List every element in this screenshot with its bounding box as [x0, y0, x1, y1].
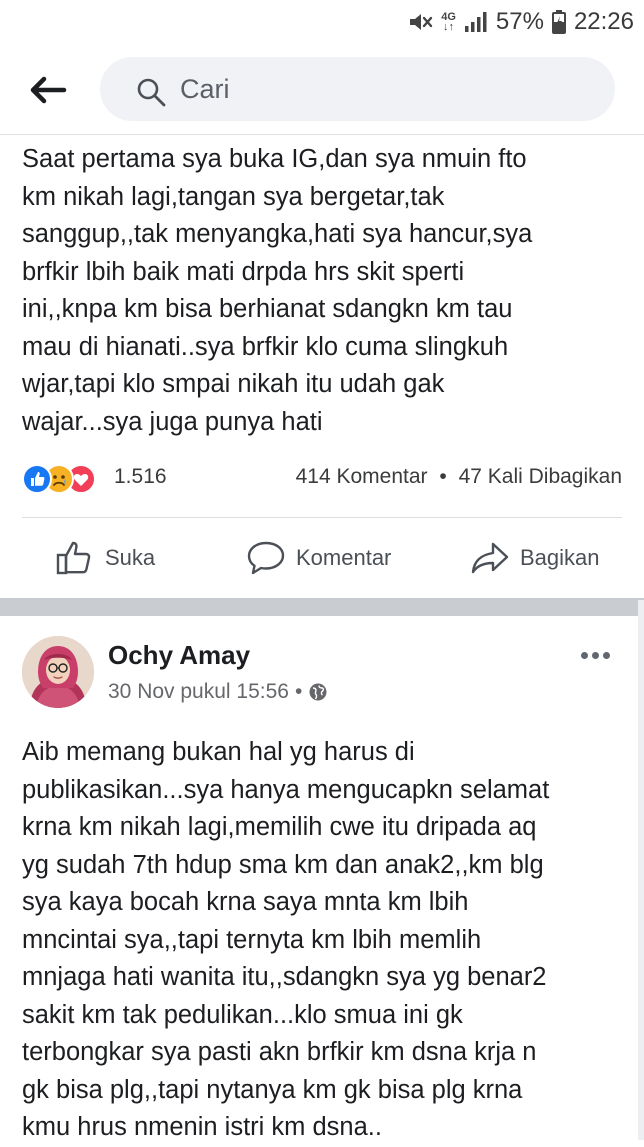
- comment-label: Komentar: [296, 545, 392, 570]
- comment-button[interactable]: Komentar: [246, 538, 391, 578]
- mute-icon: [410, 14, 433, 30]
- comment-count[interactable]: 414 Komentar: [296, 465, 428, 488]
- divider: [22, 517, 622, 518]
- feed-separator: [0, 598, 644, 616]
- share-icon: [471, 542, 509, 574]
- share-count[interactable]: 47 Kali Dibagikan: [459, 465, 622, 488]
- post-meta: 30 Nov pukul 15:56 •: [108, 680, 328, 704]
- like-label: Suka: [105, 545, 156, 570]
- post-timestamp[interactable]: 30 Nov pukul 15:56: [108, 680, 289, 704]
- reactions-row: 1.516 414 Komentar • 47 Kali Dibagikan: [22, 461, 622, 495]
- reaction-count[interactable]: 1.516: [114, 465, 167, 489]
- post-actions: Suka Komentar Bagikan: [0, 520, 644, 598]
- search-input[interactable]: Cari: [100, 57, 615, 121]
- share-button[interactable]: Bagikan: [470, 538, 600, 578]
- like-button[interactable]: Suka: [55, 538, 155, 578]
- network-type: 4G ↓↑: [441, 11, 456, 33]
- back-arrow-icon[interactable]: [22, 72, 70, 108]
- status-icons: 4G ↓↑ 57% 22:26: [407, 8, 634, 36]
- separator-dot: •: [439, 465, 447, 488]
- post-text: Saat pertama sya buka IG,dan sya nmuin f…: [22, 145, 533, 436]
- avatar[interactable]: [22, 636, 94, 708]
- engagement-summary: 414 Komentar • 47 Kali Dibagikan: [296, 465, 622, 489]
- battery-icon: [551, 10, 566, 34]
- top-bar: Cari: [0, 44, 644, 135]
- search-icon: [137, 78, 166, 107]
- thumbs-up-icon: [56, 541, 91, 575]
- search-placeholder: Cari: [180, 74, 230, 104]
- signal-icon: [464, 12, 487, 32]
- clock: 22:26: [573, 8, 634, 35]
- globe-icon: [309, 683, 327, 701]
- like-reaction-icon: [22, 464, 52, 494]
- separator-dot: •: [294, 680, 303, 703]
- more-options-icon[interactable]: [578, 646, 614, 666]
- scrollbar[interactable]: [638, 600, 644, 1140]
- share-label: Bagikan: [520, 545, 600, 570]
- post-text: Aib memang bukan hal yg harus di publika…: [22, 738, 550, 1141]
- battery-level: 57%: [495, 8, 544, 35]
- author-name[interactable]: Ochy Amay: [108, 640, 250, 671]
- comment-icon: [247, 541, 285, 575]
- status-bar: 4G ↓↑ 57% 22:26: [0, 0, 644, 44]
